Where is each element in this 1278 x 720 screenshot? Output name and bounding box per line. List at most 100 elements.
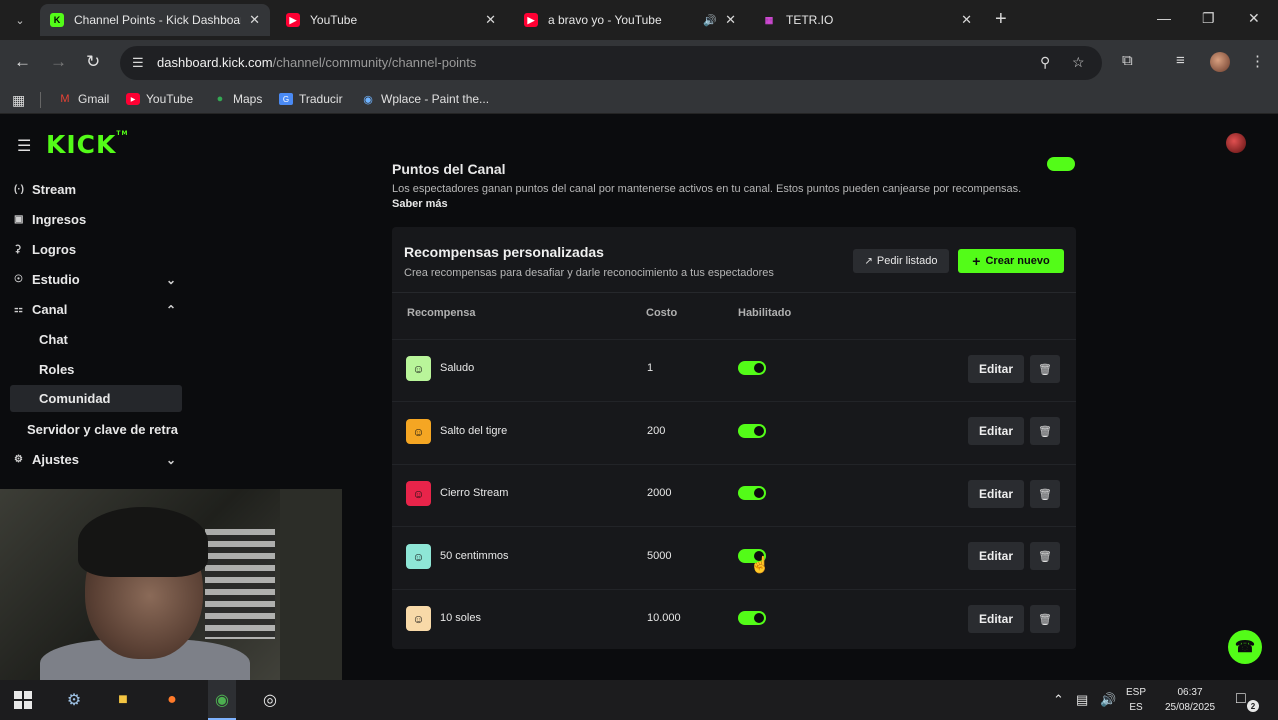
reward-name: Salto del tigre (440, 425, 508, 437)
bookmark-gmail[interactable]: M Gmail (58, 92, 109, 106)
globe-icon: ◉ (363, 93, 373, 106)
extensions-icon[interactable]: ⧉ (1122, 52, 1133, 69)
sidebar-item-logros[interactable]: ⚳ Logros (10, 236, 182, 263)
window-close-icon[interactable]: ✕ (1248, 10, 1260, 27)
chrome-icon[interactable]: ◉ (210, 688, 234, 712)
sidebar-sub-comunidad[interactable]: Comunidad (10, 385, 182, 412)
menu-dots-icon[interactable]: ⋮ (1250, 52, 1265, 70)
sidebar-item-servidor[interactable]: Servidor y clave de retra (27, 422, 178, 437)
gmail-icon: M (60, 93, 70, 105)
tab-search-chevron-icon[interactable]: ⌄ (8, 9, 32, 31)
bookmark-wplace[interactable]: ◉ Wplace - Paint the... (361, 92, 489, 106)
sidebar-item-ingresos[interactable]: ▣ Ingresos (10, 206, 182, 233)
sidebar-item-canal[interactable]: ⚏ Canal ⌃ (10, 296, 182, 323)
new-tab-plus-icon[interactable]: + (995, 8, 1007, 31)
volume-icon[interactable]: 🔊 (1100, 692, 1116, 708)
reward-enabled-toggle[interactable] (738, 424, 766, 438)
bookmarks-bar: M Gmail ▶ YouTube ● Maps G Traducir ◉ Wplace … (0, 86, 1278, 114)
sidebar-item-estudio[interactable]: ☉ Estudio ⌄ (10, 266, 182, 293)
zoom-icon[interactable]: ⚲ (1040, 54, 1050, 71)
reload-icon[interactable]: ↻ (86, 52, 100, 72)
file-explorer-icon[interactable]: ■ (111, 688, 135, 712)
media-control-icon[interactable]: ≡ (1176, 52, 1185, 69)
trophy-icon: ⚳ (14, 244, 22, 255)
sidebar-item-label: Stream (32, 182, 77, 197)
site-settings-icon[interactable]: ☰ (132, 55, 144, 71)
lang-primary: ESP (1126, 687, 1147, 698)
sidebar-item-label: Estudio (32, 272, 80, 287)
obs-icon[interactable]: ◎ (258, 688, 282, 712)
channel-icon: ⚏ (14, 304, 23, 315)
row-divider (392, 589, 1076, 590)
bookmark-maps[interactable]: ● Maps (213, 92, 263, 106)
trash-icon[interactable]: 🗑 (1030, 355, 1060, 383)
minimize-icon[interactable]: — (1157, 10, 1171, 26)
close-icon[interactable]: ✕ (249, 12, 260, 28)
edit-button[interactable]: Editar (968, 355, 1024, 383)
tab-tetrio[interactable]: ▦ TETR.IO ✕ (752, 4, 982, 36)
notifications-icon[interactable]: □ (1236, 690, 1246, 708)
edit-button[interactable]: Editar (968, 605, 1024, 633)
tab-kick-dashboard[interactable]: K Channel Points - Kick Dashboard ✕ (40, 4, 270, 36)
webcam-background-object (205, 529, 275, 639)
url-host: dashboard.kick.com (157, 55, 273, 70)
bookmark-youtube[interactable]: ▶ YouTube (126, 92, 193, 106)
trash-icon[interactable]: 🗑 (1030, 417, 1060, 445)
network-icon[interactable]: ▤ (1076, 692, 1088, 708)
edit-button[interactable]: Editar (968, 480, 1024, 508)
section-description-text: Los espectadores ganan puntos del canal … (392, 183, 1022, 195)
create-new-label: Crear nuevo (985, 255, 1050, 267)
reward-enabled-toggle[interactable] (738, 611, 766, 625)
sidebar-sub-roles[interactable]: Roles (10, 356, 182, 383)
palette-icon: ☉ (14, 274, 23, 285)
browser-tabstrip: ⌄ K Channel Points - Kick Dashboard ✕ ▶ … (0, 0, 1278, 40)
support-chat-icon[interactable]: ☎ (1228, 630, 1262, 664)
trash-icon[interactable]: 🗑 (1030, 605, 1060, 633)
bookmark-label: Gmail (78, 92, 110, 106)
learn-more-link[interactable]: Saber más (392, 198, 448, 210)
tab-youtube[interactable]: ▶ YouTube ✕ (276, 4, 506, 36)
steam-icon[interactable]: ⚙ (62, 688, 86, 712)
forward-arrow-icon[interactable]: → (50, 52, 67, 72)
row-divider (392, 464, 1076, 465)
user-avatar[interactable] (1226, 133, 1246, 153)
browser-profile-avatar[interactable] (1210, 52, 1230, 72)
tab-title: a bravo yo - YouTube (548, 13, 662, 27)
create-new-button[interactable]: + Crear nuevo (958, 249, 1064, 273)
reward-enabled-toggle[interactable] (738, 361, 766, 375)
address-bar[interactable]: ☰ dashboard.kick.com/channel/community/c… (120, 46, 1102, 80)
restore-icon[interactable]: ❐ (1202, 10, 1215, 27)
channel-points-toggle[interactable] (1047, 157, 1075, 171)
tab-youtube-audio[interactable]: ▶ a bravo yo - YouTube 🔊 ✕ (514, 4, 746, 36)
tray-expand-chevron-icon[interactable]: ⌃ (1053, 692, 1064, 708)
close-icon[interactable]: ✕ (725, 12, 736, 28)
apps-grid-icon[interactable]: ▦ (12, 92, 25, 109)
input-language-indicator[interactable]: ESP ES (1126, 685, 1146, 715)
reward-enabled-toggle[interactable] (738, 486, 766, 500)
sidebar-sub-chat[interactable]: Chat (10, 326, 182, 353)
kick-logo[interactable]: KICKTM (46, 130, 128, 159)
sidebar-item-stream[interactable]: (·) Stream (10, 176, 182, 203)
close-icon[interactable]: ✕ (485, 12, 496, 28)
taskbar-clock[interactable]: 06:37 25/08/2025 (1160, 685, 1220, 715)
windows-start-icon[interactable] (14, 691, 32, 709)
bookmark-traducir[interactable]: G Traducir (279, 92, 343, 106)
hamburger-menu-icon[interactable]: ☰ (17, 136, 31, 156)
section-title: Puntos del Canal (392, 161, 506, 177)
request-list-button[interactable]: ↗ Pedir listado (853, 249, 949, 273)
sidebar-sub-label: Comunidad (39, 391, 111, 406)
edit-button[interactable]: Editar (968, 542, 1024, 570)
close-icon[interactable]: ✕ (961, 12, 972, 28)
game-launcher-icon[interactable]: ● (160, 688, 184, 712)
trash-icon[interactable]: 🗑 (1030, 542, 1060, 570)
kick-icon: K (50, 13, 64, 27)
bookmark-label: Wplace - Paint the... (381, 92, 490, 106)
trash-icon[interactable]: 🗑 (1030, 480, 1060, 508)
sidebar-item-ajustes[interactable]: ⚙ Ajustes ⌄ (10, 446, 182, 473)
speaker-icon[interactable]: 🔊 (703, 14, 717, 27)
bookmark-star-icon[interactable]: ☆ (1072, 54, 1085, 71)
url-text[interactable]: dashboard.kick.com/channel/community/cha… (157, 55, 476, 70)
back-arrow-icon[interactable]: ← (14, 52, 31, 72)
reward-cost: 1 (647, 362, 654, 374)
edit-button[interactable]: Editar (968, 417, 1024, 445)
